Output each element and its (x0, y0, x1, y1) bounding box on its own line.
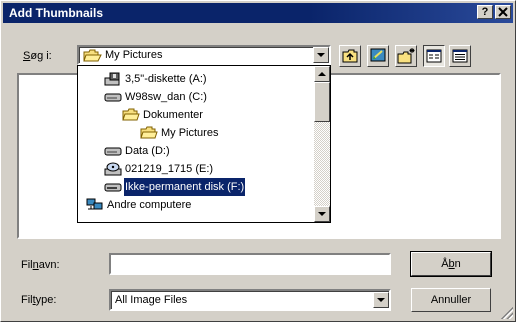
dropdown-item-label: 021219_1715 (E:) (125, 163, 214, 175)
look-in-dropdown-button[interactable] (313, 47, 329, 63)
desktop-icon (370, 48, 386, 62)
help-button[interactable]: ? (477, 5, 493, 19)
open-button[interactable]: Åbn (410, 251, 492, 277)
list-view-icon (426, 49, 442, 63)
dropdown-item-label: Dokumenter (143, 109, 203, 121)
look-in-label-post: øg i: (30, 50, 52, 62)
add-thumbnails-dialog: Add Thumbnails ? Søg i: My Pictures 3,5"… (0, 0, 516, 322)
dropdown-item-label: Ikke-permanent disk (F:) (122, 177, 247, 197)
floppy-icon (104, 72, 120, 86)
cancel-label: Annuller (430, 294, 472, 306)
filename-label: Filnavn: (21, 259, 60, 271)
folder-open-icon (140, 126, 158, 139)
hard-drive-icon (104, 93, 122, 102)
folder-open-icon (122, 108, 140, 121)
desktop-button[interactable] (367, 45, 389, 67)
up-one-level-button[interactable] (339, 45, 361, 67)
window-title: Add Thumbnails (9, 6, 103, 20)
cancel-button[interactable]: Annuller (411, 288, 491, 312)
help-icon: ? (481, 6, 489, 18)
filetype-label-pre: Fil (21, 294, 33, 306)
look-in-dropdown-list[interactable]: 3,5"-diskette (A:) W98sw_dan (C:) Dokume… (77, 65, 331, 223)
dropdown-item-label: Andre computere (107, 199, 192, 211)
close-icon (498, 7, 508, 17)
scroll-up-button[interactable] (314, 66, 330, 82)
dropdown-scrollbar[interactable] (314, 66, 330, 222)
filename-label-pre: Fil (21, 259, 33, 271)
dropdown-item-label: 3,5"-diskette (A:) (125, 73, 207, 85)
close-button[interactable] (495, 5, 511, 19)
look-in-combobox[interactable]: My Pictures (77, 45, 331, 65)
look-in-label: Søg i: (23, 50, 52, 62)
cd-drive-icon (104, 162, 122, 176)
details-view-button[interactable] (449, 45, 471, 67)
filetype-dropdown-button[interactable] (373, 292, 389, 308)
filetype-value: All Image Files (115, 294, 188, 306)
filename-input[interactable] (109, 253, 391, 275)
folder-up-icon (342, 49, 358, 63)
title-bar[interactable]: Add Thumbnails (3, 3, 513, 23)
removable-disk-icon (104, 183, 122, 192)
filetype-label: Filtype: (21, 294, 56, 306)
filename-label-post: avn: (38, 259, 60, 271)
network-computers-icon (86, 198, 103, 210)
new-folder-button[interactable] (395, 45, 417, 67)
scroll-thumb[interactable] (314, 82, 330, 122)
look-in-value: My Pictures (105, 49, 163, 61)
scroll-down-button[interactable] (314, 206, 330, 222)
folder-open-icon (83, 49, 102, 62)
new-folder-icon (397, 48, 415, 64)
list-view-button[interactable] (423, 45, 445, 67)
dropdown-item-label: W98sw_dan (C:) (125, 91, 207, 103)
hard-drive-icon (104, 147, 122, 156)
dropdown-item-label: My Pictures (161, 127, 219, 139)
details-view-icon (452, 49, 468, 63)
open-label-post: n (454, 258, 461, 270)
dropdown-item-label: Data (D:) (125, 145, 170, 157)
filetype-combobox[interactable]: All Image Files (109, 289, 391, 311)
filetype-label-post: ype: (35, 294, 57, 306)
resize-grip[interactable] (501, 307, 513, 319)
open-label-pre: Å (441, 258, 449, 270)
